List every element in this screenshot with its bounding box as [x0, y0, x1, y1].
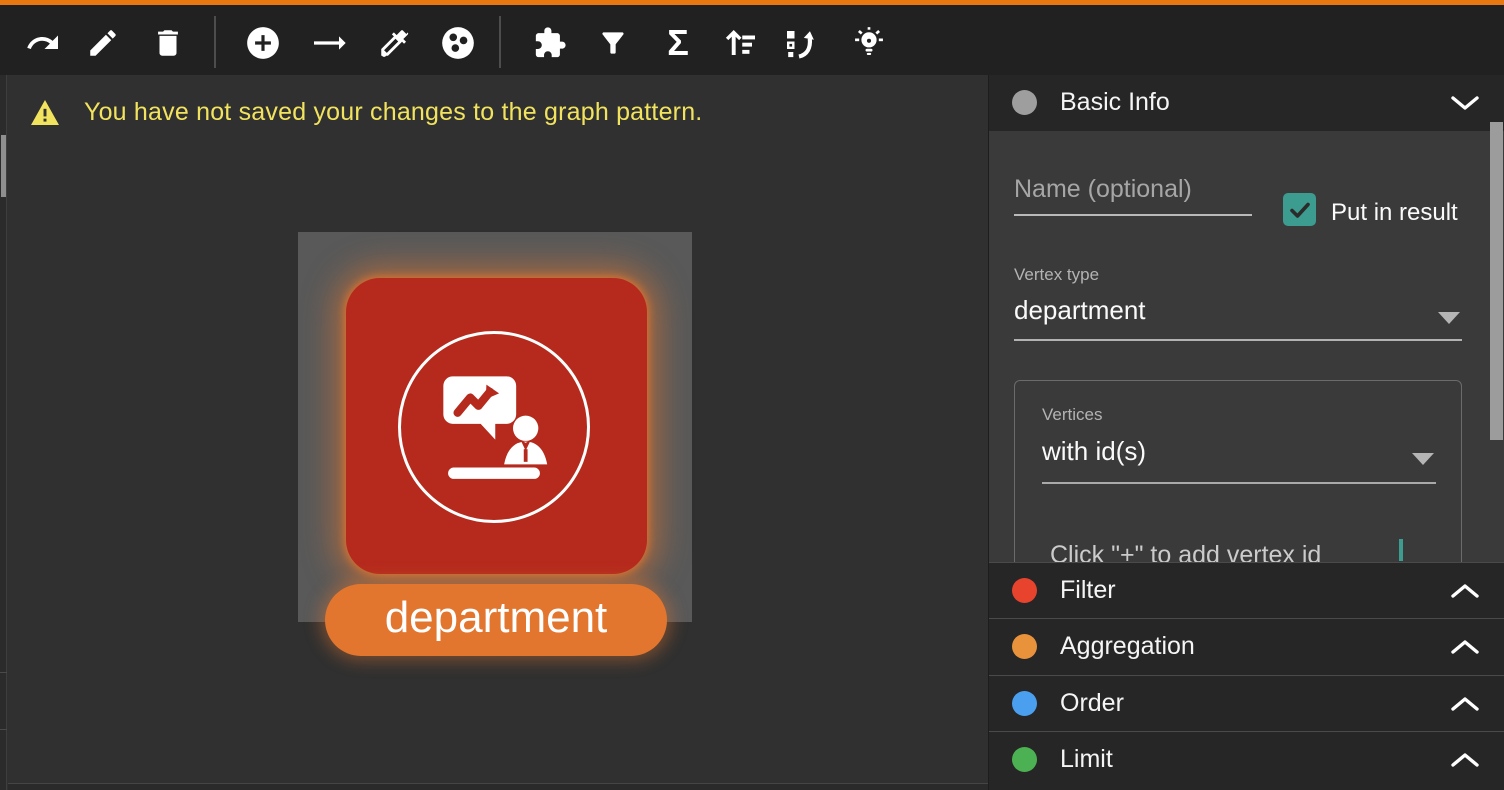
trash-icon: [151, 26, 185, 60]
eyedropper-icon: [377, 26, 411, 60]
aggregation-tool-button[interactable]: Σ: [656, 21, 700, 65]
vertices-box: Vertices with id(s) Click "+" to add ver…: [1014, 380, 1462, 562]
section-title: Basic Info: [1060, 88, 1170, 117]
puzzle-icon: [533, 26, 567, 60]
add-vertex-button[interactable]: [241, 21, 285, 65]
sigma-icon: Σ: [667, 25, 689, 61]
arrow-right-icon: [309, 23, 349, 63]
properties-panel: Basic Info Put in result Vertex type dep…: [988, 75, 1504, 790]
choose-output-button[interactable]: [777, 21, 821, 65]
chevron-up-icon[interactable]: [1450, 752, 1480, 768]
vertex-label-pill[interactable]: department: [325, 584, 667, 656]
department-icon: [418, 351, 570, 503]
chevron-up-icon[interactable]: [1450, 696, 1480, 712]
warning-triangle-icon: [30, 99, 60, 126]
name-field-wrap: [1014, 171, 1252, 216]
chevron-up-icon[interactable]: [1450, 639, 1480, 655]
put-in-result-checkbox[interactable]: [1283, 193, 1316, 226]
graph-canvas[interactable]: You have not saved your changes to the g…: [8, 75, 988, 790]
left-panel-edge: [0, 75, 7, 790]
toolbar-separator: [499, 16, 501, 68]
put-in-result-label: Put in result: [1331, 199, 1458, 227]
pattern-button[interactable]: [528, 21, 572, 65]
redo-icon: [25, 25, 61, 61]
section-title: Aggregation: [1060, 632, 1195, 661]
redo-button[interactable]: [21, 21, 65, 65]
choose-icon: [781, 25, 817, 61]
left-strip-divider: [0, 729, 7, 730]
toolbar-separator: [214, 16, 216, 68]
canvas-bottom-bar: [8, 783, 988, 790]
graph-pattern-editor: Σ You have not saved your changes to the…: [0, 0, 1504, 790]
add-vertex-id-cursor[interactable]: [1399, 539, 1403, 561]
vertices-mode-value[interactable]: with id(s): [1042, 436, 1146, 467]
delete-button[interactable]: [146, 21, 190, 65]
section-header-limit[interactable]: Limit: [989, 731, 1504, 790]
vertices-hint-text: Click "+" to add vertex id: [1050, 541, 1321, 562]
unsaved-changes-warning: You have not saved your changes to the g…: [30, 98, 702, 127]
vertices-dropdown-caret[interactable]: [1412, 453, 1434, 465]
section-title: Filter: [1060, 576, 1116, 605]
section-header-basic-info[interactable]: Basic Info: [989, 75, 1504, 131]
vertex-type-underline: [1014, 339, 1462, 341]
sort-icon: [722, 25, 758, 61]
vertex-type-dropdown-caret[interactable]: [1438, 312, 1460, 324]
toolbar: Σ: [0, 0, 1504, 75]
vertex-node-department[interactable]: [346, 278, 647, 574]
panel-scrollbar-thumb[interactable]: [1490, 122, 1503, 440]
chevron-up-icon[interactable]: [1450, 583, 1480, 599]
add-edge-button[interactable]: [307, 21, 351, 65]
chevron-down-icon[interactable]: [1450, 95, 1480, 111]
pencil-icon: [86, 26, 120, 60]
vertex-label-text: department: [385, 596, 608, 644]
name-input[interactable]: [1014, 171, 1252, 214]
vertices-underline: [1042, 482, 1436, 484]
section-title: Limit: [1060, 745, 1113, 774]
edit-button[interactable]: [81, 21, 125, 65]
palette-icon: [439, 24, 477, 62]
limit-dot: [1012, 747, 1037, 772]
filter-dot: [1012, 578, 1037, 603]
vertex-type-label: Vertex type: [1014, 265, 1099, 285]
section-header-order[interactable]: Order: [989, 675, 1504, 731]
funnel-icon: [597, 27, 629, 59]
section-header-filter[interactable]: Filter: [989, 562, 1504, 618]
section-header-aggregation[interactable]: Aggregation: [989, 618, 1504, 674]
aggregation-dot: [1012, 634, 1037, 659]
lightbulb-icon: [850, 24, 888, 62]
color-picker-button[interactable]: [372, 21, 416, 65]
left-scrollbar-thumb[interactable]: [1, 135, 6, 197]
left-strip-divider: [0, 672, 7, 673]
checkmark-icon: [1288, 198, 1312, 222]
basic-info-dot: [1012, 90, 1037, 115]
color-palette-button[interactable]: [436, 21, 480, 65]
section-title: Order: [1060, 689, 1124, 718]
order-dot: [1012, 691, 1037, 716]
add-circle-icon: [244, 24, 282, 62]
basic-info-body: Put in result Vertex type department Ver…: [989, 131, 1504, 562]
filter-tool-button[interactable]: [591, 21, 635, 65]
warning-text: You have not saved your changes to the g…: [84, 98, 702, 127]
hint-button[interactable]: [847, 21, 891, 65]
vertex-type-value[interactable]: department: [1014, 295, 1146, 326]
vertices-label: Vertices: [1042, 405, 1102, 425]
order-tool-button[interactable]: [718, 21, 762, 65]
vertex-icon-circle: [398, 331, 590, 523]
